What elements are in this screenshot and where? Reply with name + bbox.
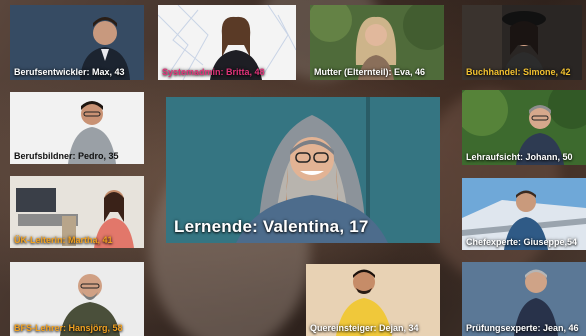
persona-label: Berufsbildner: Pedro, 35: [14, 151, 119, 161]
persona-card-dejan[interactable]: Quereinsteiger: Dejan, 34: [306, 264, 440, 336]
persona-label: ÜK-Leiterin: Martha, 41: [14, 235, 113, 245]
persona-card-eva[interactable]: Mutter (Elternteil): Eva, 46: [310, 5, 444, 80]
persona-card-valentina-featured[interactable]: Lernende: Valentina, 17: [166, 97, 440, 243]
persona-card-max[interactable]: Berufsentwickler: Max, 43: [10, 5, 144, 80]
persona-card-jean[interactable]: Prüfungsexperte: Jean, 46: [462, 262, 586, 336]
persona-card-hansjoerg[interactable]: BFS-Lehrer: Hansjörg, 58: [10, 262, 144, 336]
persona-card-giuseppe[interactable]: Chefexperte: Giuseppe,54: [462, 178, 586, 250]
persona-label: BFS-Lehrer: Hansjörg, 58: [14, 323, 123, 333]
persona-label: Prüfungsexperte: Jean, 46: [466, 323, 579, 333]
persona-label: Berufsentwickler: Max, 43: [14, 67, 125, 77]
persona-label: Mutter (Elternteil): Eva, 46: [314, 67, 426, 77]
persona-label: Lehraufsicht: Johann, 50: [466, 152, 573, 162]
persona-label: Chefexperte: Giuseppe,54: [466, 237, 578, 247]
persona-label: Quereinsteiger: Dejan, 34: [310, 323, 419, 333]
persona-card-pedro[interactable]: Berufsbildner: Pedro, 35: [10, 92, 144, 164]
persona-card-simone[interactable]: Buchhandel: Simone, 42: [462, 5, 582, 80]
persona-card-johann[interactable]: Lehraufsicht: Johann, 50: [462, 90, 586, 165]
persona-label: Systemadmin: Britta, 48: [162, 67, 265, 77]
persona-card-britta[interactable]: Systemadmin: Britta, 48: [158, 5, 296, 80]
persona-card-martha[interactable]: ÜK-Leiterin: Martha, 41: [10, 176, 144, 248]
persona-collage: Berufsentwickler: Max, 43 Systemadmin: B…: [0, 0, 586, 336]
persona-label: Lernende: Valentina, 17: [174, 217, 369, 236]
persona-label: Buchhandel: Simone, 42: [466, 67, 571, 77]
